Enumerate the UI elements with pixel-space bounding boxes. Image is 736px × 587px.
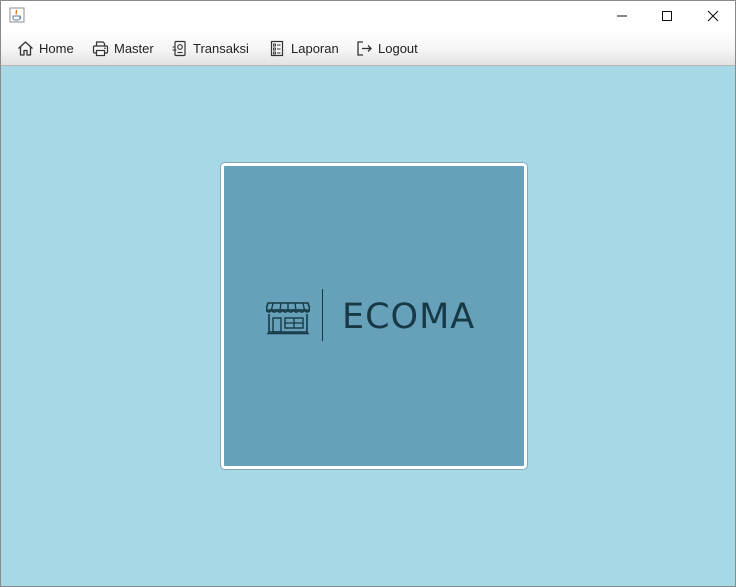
menu-item-label: Transaksi bbox=[193, 40, 249, 56]
report-icon bbox=[270, 40, 284, 56]
menu-item-label: Logout bbox=[378, 40, 418, 56]
logo-wordmark: ECOMA bbox=[342, 297, 476, 337]
maximize-icon bbox=[661, 11, 672, 21]
menu-item-master[interactable]: Master bbox=[92, 31, 154, 65]
main-content: ECOMA bbox=[1, 66, 735, 586]
maximize-button[interactable] bbox=[644, 1, 689, 31]
menu-item-transaksi[interactable]: Transaksi bbox=[171, 31, 249, 65]
close-icon bbox=[707, 10, 718, 22]
java-cup-icon bbox=[9, 7, 25, 23]
menu-item-label: Master bbox=[114, 40, 154, 56]
app-window: Home Master Transaksi Laporan Logout ECO… bbox=[0, 0, 736, 587]
title-bar[interactable] bbox=[1, 1, 735, 31]
menu-bar: Home Master Transaksi Laporan Logout bbox=[1, 31, 735, 66]
close-button[interactable] bbox=[690, 1, 735, 31]
minimize-icon bbox=[616, 15, 627, 17]
logo-card: ECOMA bbox=[221, 163, 527, 469]
menu-item-label: Home bbox=[39, 40, 74, 56]
printer-icon bbox=[92, 40, 109, 56]
menu-item-home[interactable]: Home bbox=[17, 31, 74, 65]
menu-item-logout[interactable]: Logout bbox=[356, 31, 418, 65]
menu-item-label: Laporan bbox=[291, 40, 339, 56]
storefront-icon bbox=[265, 301, 311, 340]
menu-item-laporan[interactable]: Laporan bbox=[269, 31, 339, 65]
logo-divider bbox=[322, 289, 323, 341]
transaction-icon bbox=[172, 40, 186, 56]
logout-icon bbox=[357, 40, 372, 56]
minimize-button[interactable] bbox=[599, 1, 644, 31]
home-icon bbox=[18, 40, 33, 56]
